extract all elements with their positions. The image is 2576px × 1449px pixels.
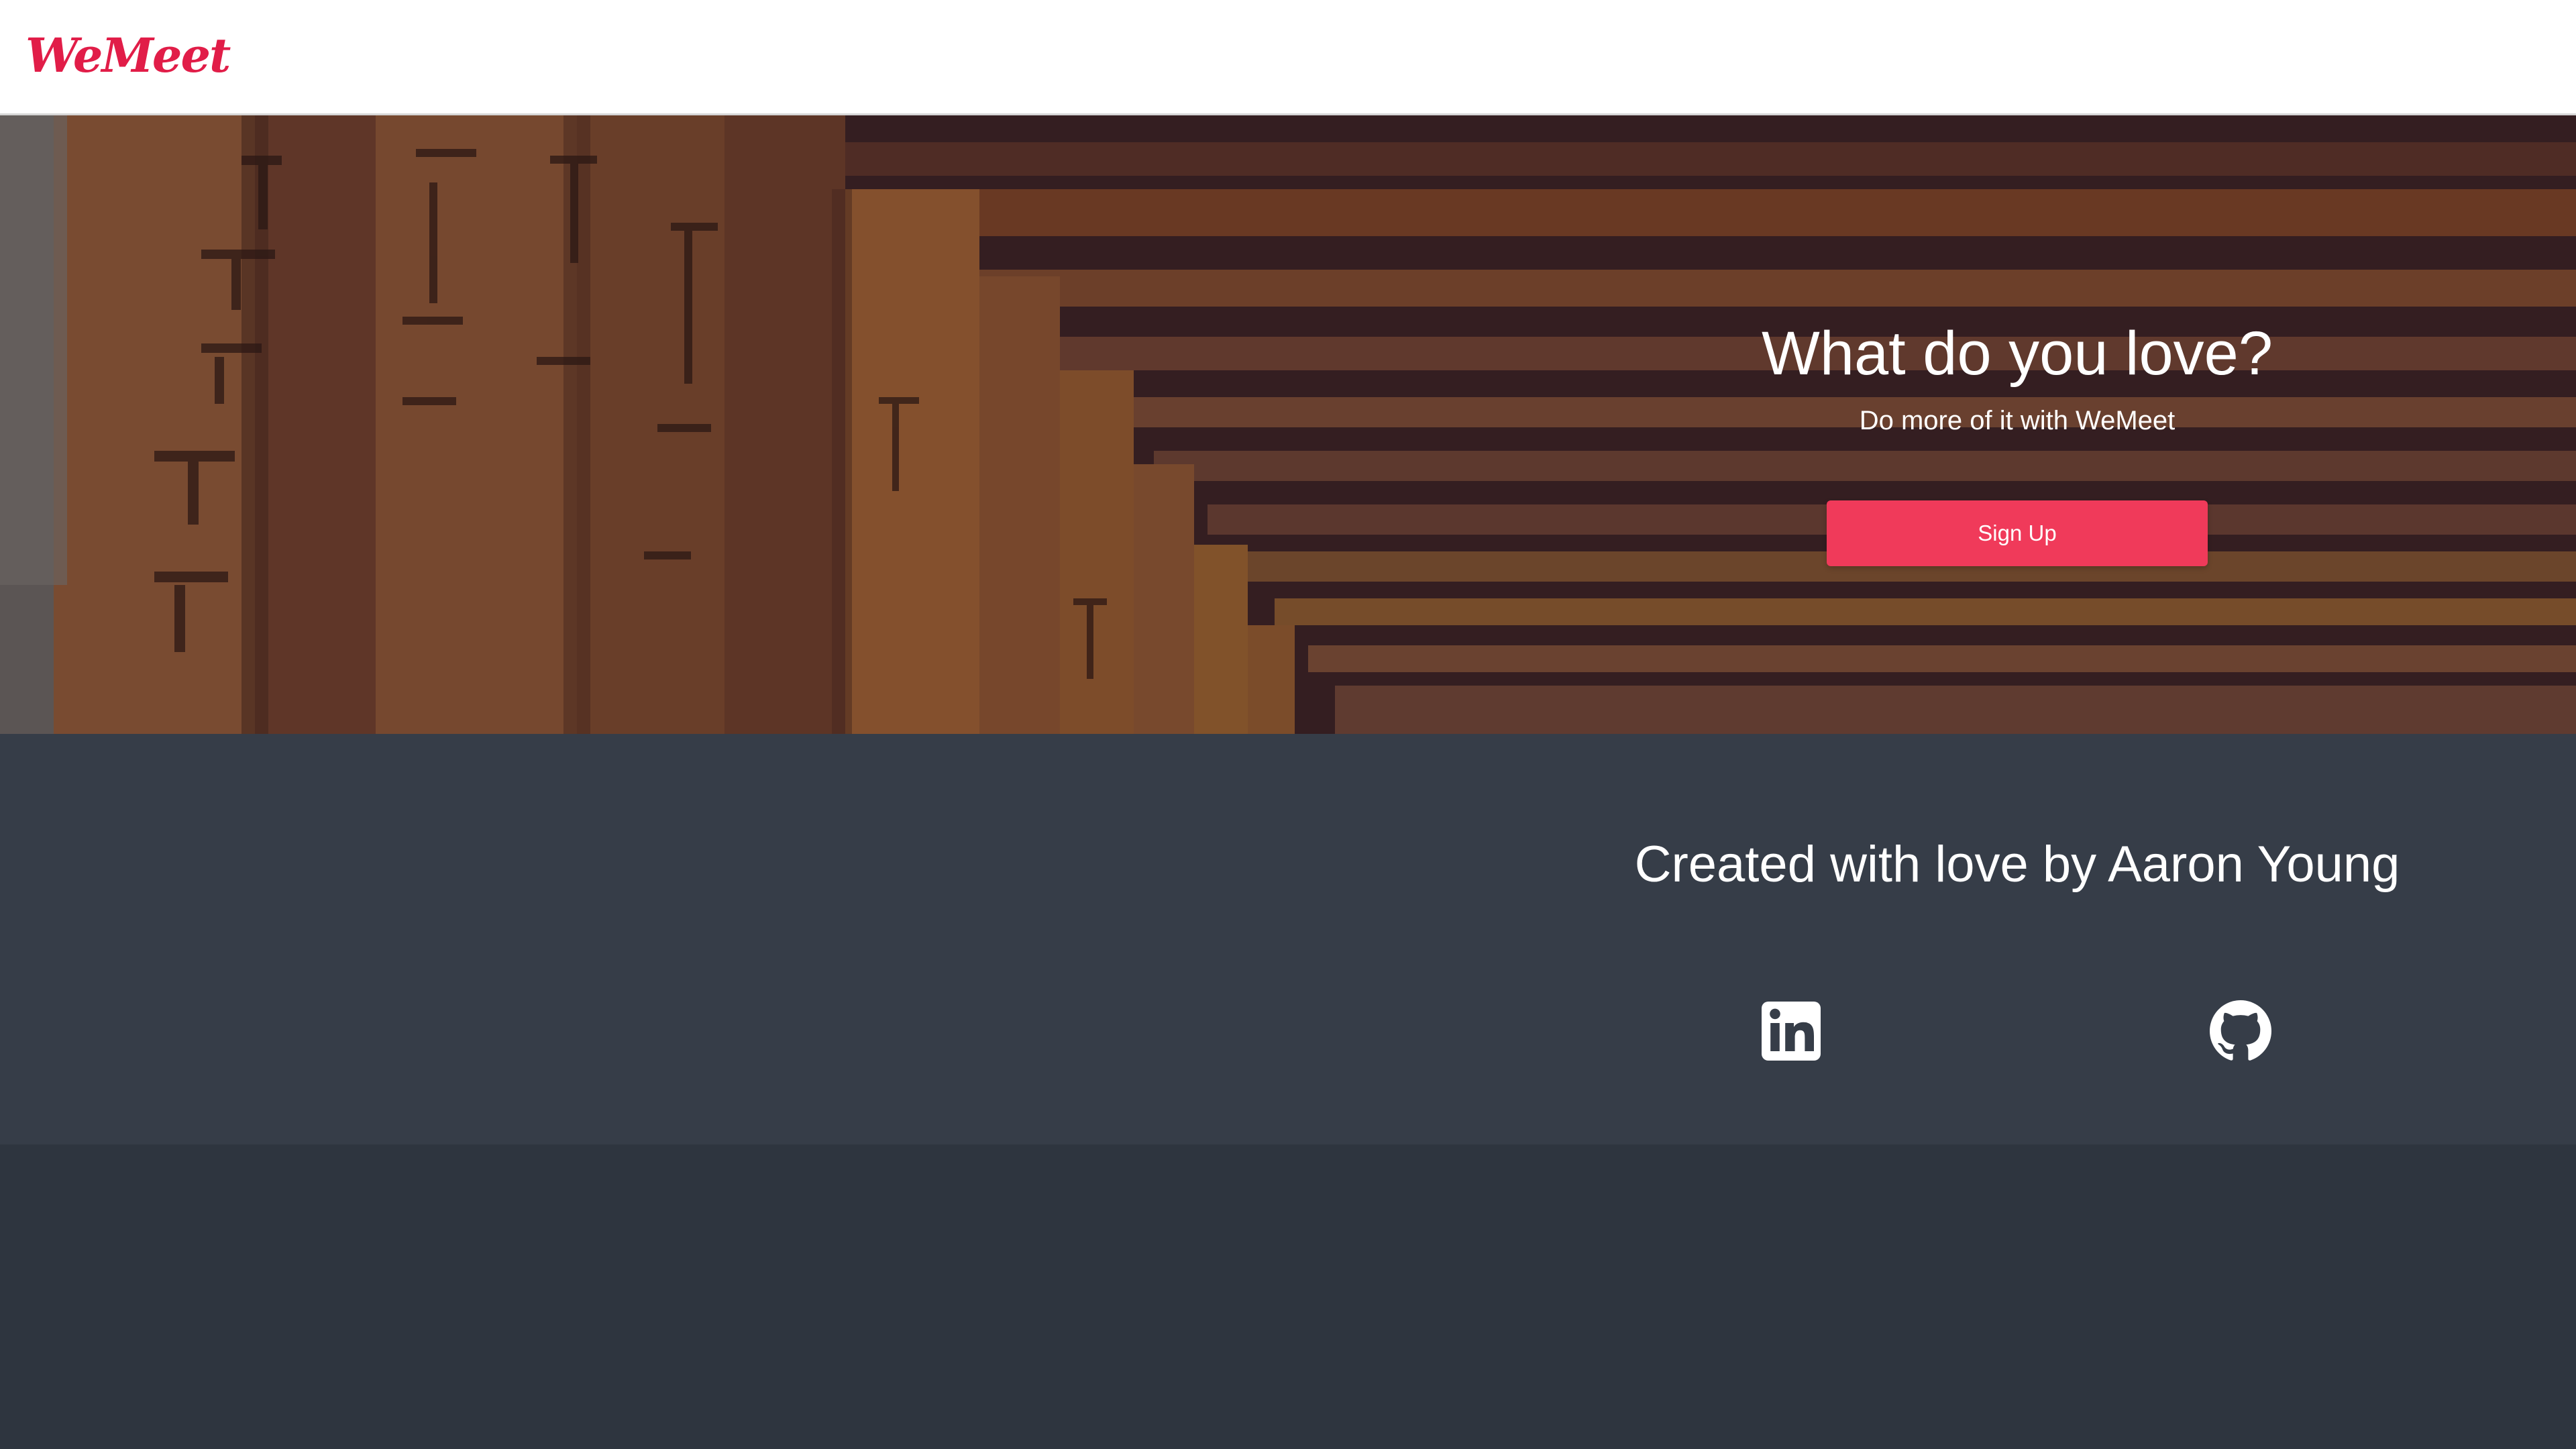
sign-up-button[interactable]: Sign Up: [1827, 500, 2208, 566]
hero-section: What do you love? Do more of it with WeM…: [0, 115, 2576, 734]
wemeet-logo[interactable]: WeMeet: [25, 25, 231, 86]
github-icon: [2210, 1000, 2271, 1061]
hero-title: What do you love?: [1761, 319, 2273, 388]
github-link[interactable]: [2208, 999, 2273, 1063]
hero-subtitle: Do more of it with WeMeet: [1859, 406, 2176, 435]
footer: Created with love by Aaron Young: [0, 734, 2576, 1144]
page-bottom-area: [0, 1144, 2576, 1449]
linkedin-icon: [1762, 1002, 1821, 1061]
navbar: WeMeet: [0, 0, 2576, 115]
footer-credit-text: Created with love by Aaron Young: [1634, 836, 2400, 893]
linkedin-link[interactable]: [1759, 999, 1823, 1063]
hero-content: What do you love? Do more of it with WeM…: [1615, 317, 2420, 566]
